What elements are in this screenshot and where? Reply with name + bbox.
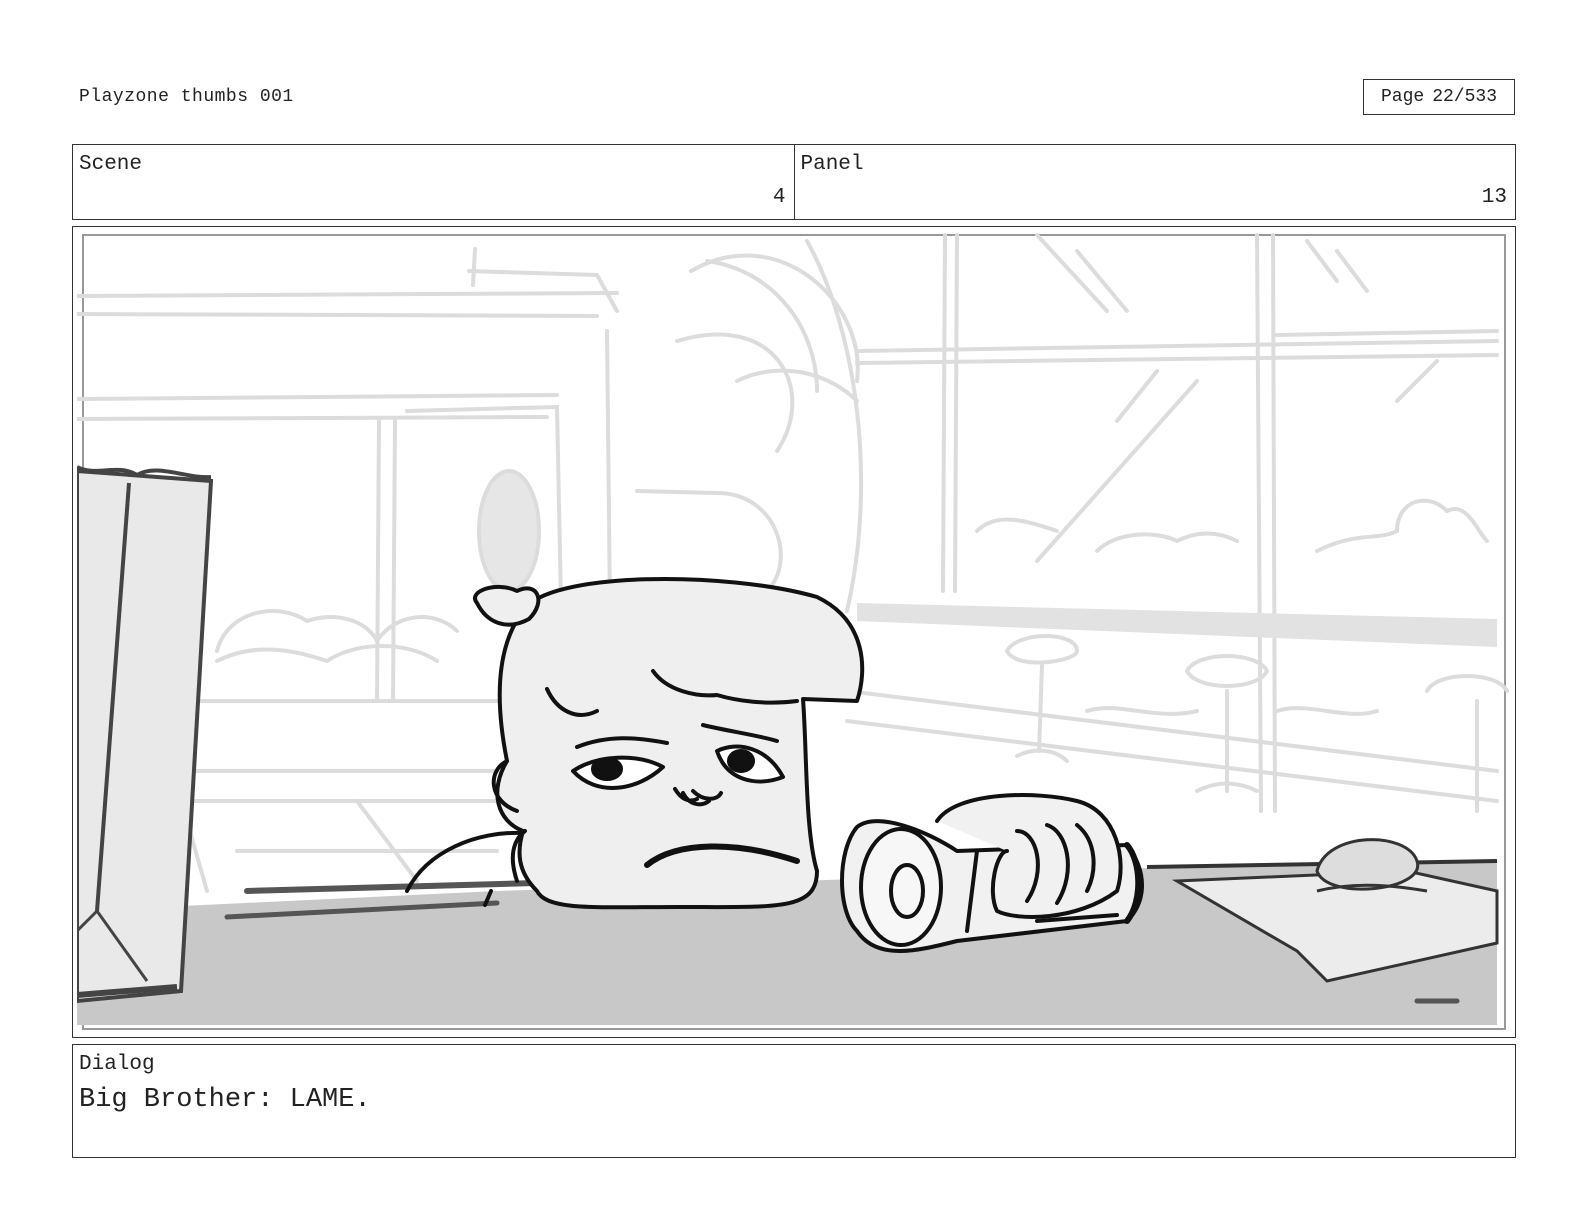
dialog-section: Dialog Big Brother: LAME.: [72, 1044, 1516, 1158]
scene-label: Scene: [79, 153, 143, 176]
dialog-text: Big Brother: LAME.: [79, 1085, 371, 1115]
scene-number: 4: [772, 186, 786, 209]
page-number: 22/533: [1432, 87, 1498, 107]
scene-cell: Scene 4: [73, 145, 794, 219]
panel-label: Panel: [800, 153, 864, 176]
page-indicator: Page 22/533: [1363, 79, 1515, 115]
dialog-label: Dialog: [79, 1053, 155, 1076]
storyboard-frame: [72, 226, 1516, 1038]
document-title: Playzone thumbs 001: [79, 87, 294, 107]
storyboard-sketch: [77, 231, 1511, 1033]
page-label: Page: [1380, 87, 1425, 107]
panel-cell: Panel 13: [793, 145, 1516, 219]
scene-panel-table: Scene 4 Panel 13: [72, 144, 1516, 220]
round-window: [477, 469, 541, 593]
panel-number: 13: [1481, 186, 1507, 209]
